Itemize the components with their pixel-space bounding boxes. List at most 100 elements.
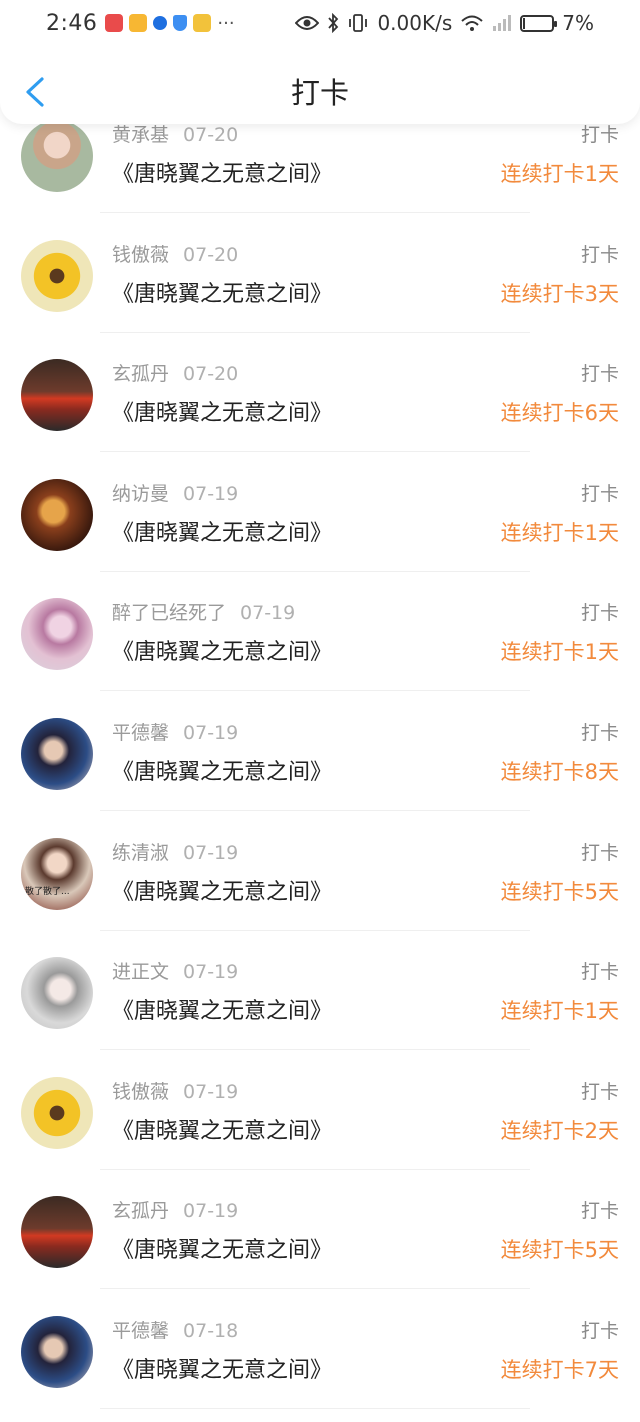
- checkin-list: 黄承基 07-20 《唐晓翼之无意之间》 打卡 连续打卡1天 钱傲薇 07-20 《…: [0, 114, 640, 1422]
- streak-label: 连续打卡5天: [500, 879, 619, 904]
- checkin-item[interactable]: 散了散了... 练清淑 07-19 《唐晓翼之无意之间》 打卡 连续打卡5天: [0, 832, 640, 952]
- checkin-label: 打卡: [580, 841, 619, 864]
- user-name[interactable]: 玄孤丹: [112, 1200, 169, 1222]
- status-notification-icons: ···: [105, 12, 235, 34]
- status-time: 2:46: [46, 10, 98, 36]
- streak-label: 连续打卡1天: [500, 520, 619, 545]
- qq-music-icon: [193, 14, 212, 32]
- checkin-label: 打卡: [580, 1080, 619, 1103]
- user-name[interactable]: 钱傲薇: [112, 1081, 169, 1103]
- streak-label: 连续打卡1天: [500, 999, 619, 1024]
- bluetooth-icon: [328, 13, 339, 33]
- user-avatar[interactable]: [21, 957, 93, 1030]
- streak-label: 连续打卡1天: [500, 162, 619, 186]
- streak-label: 连续打卡1天: [500, 640, 619, 665]
- checkin-item[interactable]: 进正文 07-19 《唐晓翼之无意之间》 打卡 连续打卡1天: [0, 951, 640, 1071]
- item-meta: 钱傲薇 07-20: [112, 240, 238, 267]
- checkin-item[interactable]: 钱傲薇 07-19 《唐晓翼之无意之间》 打卡 连续打卡2天: [0, 1071, 640, 1191]
- streak-label: 连续打卡8天: [500, 759, 619, 784]
- battery-percent: 7%: [562, 11, 594, 35]
- wifi-icon: [461, 15, 483, 31]
- user-name[interactable]: 进正文: [112, 961, 169, 983]
- vibrate-icon: [349, 14, 368, 32]
- more-notifications-icon: ···: [217, 12, 235, 34]
- checkin-date: 07-19: [183, 841, 239, 864]
- user-name[interactable]: 玄孤丹: [112, 363, 169, 385]
- checkin-date: 07-20: [183, 363, 239, 386]
- user-avatar[interactable]: [21, 1196, 93, 1269]
- checkin-item[interactable]: 玄孤丹 07-20 《唐晓翼之无意之间》 打卡 连续打卡6天: [0, 353, 640, 473]
- user-name[interactable]: 黄承基: [112, 124, 169, 146]
- checkin-label: 打卡: [580, 721, 619, 744]
- title-bar: 打卡: [0, 56, 640, 126]
- user-name[interactable]: 平德馨: [112, 1320, 169, 1342]
- checkin-date: 07-18: [183, 1319, 239, 1342]
- item-divider: [100, 570, 530, 572]
- page-title: 打卡: [290, 76, 349, 110]
- user-name[interactable]: 醉了已经死了: [112, 602, 226, 624]
- huawei-app-icon: [105, 14, 124, 32]
- user-avatar[interactable]: [21, 239, 93, 312]
- streak-label: 连续打卡6天: [500, 401, 619, 426]
- item-divider: [100, 929, 530, 931]
- item-meta: 平德馨 07-19: [112, 718, 238, 745]
- user-name[interactable]: 纳访曼: [112, 483, 169, 505]
- book-title[interactable]: 《唐晓翼之无意之间》: [112, 754, 332, 786]
- status-indicators: 0.00K/s 7%: [295, 11, 594, 35]
- book-title[interactable]: 《唐晓翼之无意之间》: [112, 276, 332, 308]
- user-avatar[interactable]: 散了散了...: [21, 837, 93, 910]
- checkin-label: 打卡: [580, 243, 619, 266]
- book-title[interactable]: 《唐晓翼之无意之间》: [112, 874, 332, 906]
- network-speed: 0.00K/s: [377, 11, 453, 35]
- checkin-label: 打卡: [580, 482, 619, 505]
- item-meta: 钱傲薇 07-19: [112, 1077, 238, 1104]
- checkin-item[interactable]: 黄承基 07-20 《唐晓翼之无意之间》 打卡 连续打卡1天: [0, 114, 640, 234]
- user-avatar[interactable]: [21, 1315, 93, 1388]
- checkin-label: 打卡: [580, 961, 619, 984]
- eye-icon: [295, 16, 320, 30]
- item-divider: [100, 331, 530, 333]
- book-title[interactable]: 《唐晓翼之无意之间》: [112, 993, 332, 1025]
- book-title[interactable]: 《唐晓翼之无意之间》: [112, 634, 332, 666]
- weibo-icon: [129, 14, 148, 32]
- checkin-item[interactable]: 玄孤丹 07-19 《唐晓翼之无意之间》 打卡 连续打卡5天: [0, 1190, 640, 1310]
- item-meta: 醉了已经死了 07-19: [112, 598, 295, 625]
- book-title[interactable]: 《唐晓翼之无意之间》: [112, 1113, 332, 1145]
- checkin-date: 07-20: [183, 243, 239, 266]
- user-avatar[interactable]: [21, 120, 93, 192]
- book-title[interactable]: 《唐晓翼之无意之间》: [112, 1232, 332, 1264]
- user-avatar[interactable]: [21, 359, 93, 432]
- checkin-date: 07-20: [183, 124, 239, 146]
- user-name[interactable]: 平德馨: [112, 722, 169, 744]
- checkin-date: 07-19: [183, 721, 239, 744]
- item-divider: [100, 809, 530, 811]
- book-title[interactable]: 《唐晓翼之无意之间》: [112, 395, 332, 427]
- checkin-item[interactable]: 醉了已经死了 07-19 《唐晓翼之无意之间》 打卡 连续打卡1天: [0, 592, 640, 712]
- item-meta: 玄孤丹 07-19: [112, 1196, 238, 1223]
- battery-icon: [520, 14, 558, 32]
- item-meta: 玄孤丹 07-20: [112, 359, 238, 386]
- user-avatar[interactable]: [21, 1076, 93, 1149]
- user-name[interactable]: 练清淑: [112, 842, 169, 864]
- item-meta: 纳访曼 07-19: [112, 479, 238, 506]
- item-divider: [100, 1407, 530, 1409]
- item-divider: [100, 1168, 530, 1170]
- book-title[interactable]: 《唐晓翼之无意之间》: [112, 156, 332, 188]
- checkin-item[interactable]: 平德馨 07-18 《唐晓翼之无意之间》 打卡 连续打卡7天: [0, 1310, 640, 1422]
- back-arrow-icon[interactable]: [22, 76, 48, 108]
- checkin-date: 07-19: [183, 1200, 239, 1223]
- book-title[interactable]: 《唐晓翼之无意之间》: [112, 1352, 332, 1384]
- user-avatar[interactable]: [21, 598, 93, 671]
- user-avatar[interactable]: [21, 478, 93, 551]
- avatar-caption: 散了散了...: [25, 886, 70, 897]
- streak-label: 连续打卡2天: [500, 1118, 619, 1143]
- checkin-item[interactable]: 纳访曼 07-19 《唐晓翼之无意之间》 打卡 连续打卡1天: [0, 473, 640, 593]
- user-name[interactable]: 钱傲薇: [112, 244, 169, 266]
- checkin-date: 07-19: [183, 961, 239, 984]
- book-title[interactable]: 《唐晓翼之无意之间》: [112, 515, 332, 547]
- checkin-label: 打卡: [580, 1319, 619, 1342]
- checkin-item[interactable]: 钱傲薇 07-20 《唐晓翼之无意之间》 打卡 连续打卡3天: [0, 234, 640, 354]
- user-avatar[interactable]: [21, 717, 93, 790]
- checkin-item[interactable]: 平德馨 07-19 《唐晓翼之无意之间》 打卡 连续打卡8天: [0, 712, 640, 832]
- item-divider: [100, 690, 530, 692]
